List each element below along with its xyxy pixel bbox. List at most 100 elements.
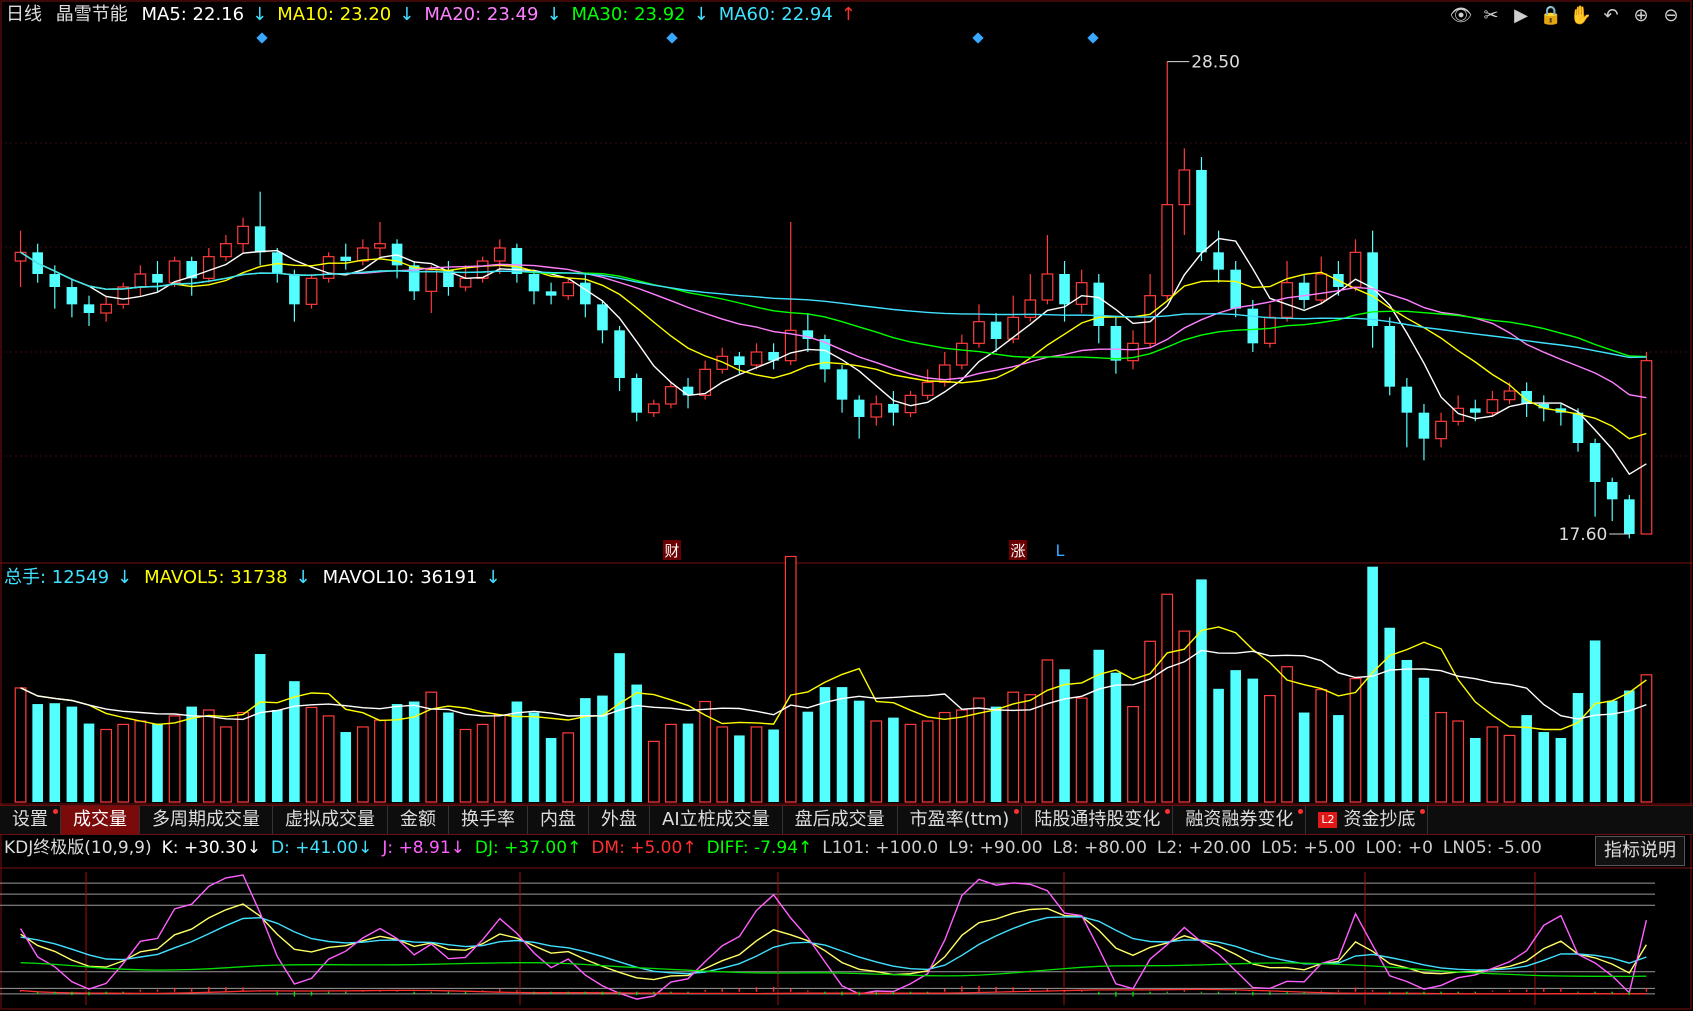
candle	[1110, 317, 1122, 374]
volume-bar	[1640, 674, 1653, 803]
indicator-tab[interactable]: 内盘	[528, 806, 589, 834]
volume-trend-arrow: ↓	[295, 567, 311, 588]
kdj-legend-item: DIFF: -7.94↑	[706, 838, 813, 858]
volume-bar	[1538, 732, 1550, 802]
kdj-legend-item: K: +30.30↓	[161, 838, 262, 858]
volume-bar	[1452, 720, 1465, 803]
kdj-legend-item: L9: +90.00	[948, 838, 1043, 858]
candle	[1196, 157, 1207, 261]
indicator-tab[interactable]: 金额	[388, 806, 449, 834]
indicator-tab-label: 多周期成交量	[152, 809, 260, 830]
indicator-tab-label: 成交量	[73, 809, 127, 830]
volume-bar	[14, 687, 27, 803]
volume-bar	[1007, 691, 1020, 803]
kdj-legend-item: L8: +80.00	[1052, 838, 1147, 858]
indicator-tab-label: 外盘	[601, 809, 637, 830]
volume-bar	[1555, 737, 1567, 802]
candle	[955, 334, 968, 370]
candle	[425, 265, 438, 313]
volume-bar	[614, 653, 625, 802]
candle	[1247, 300, 1259, 352]
event-marker-icon[interactable]	[972, 32, 984, 44]
volume-bar	[819, 687, 831, 802]
candle	[1059, 261, 1070, 322]
tab-dot-icon	[1420, 809, 1426, 814]
tab-dot-icon	[53, 809, 58, 814]
candle	[1178, 148, 1191, 235]
candle	[220, 235, 232, 261]
indicator-tab[interactable]: AI立桩成交量	[650, 806, 783, 834]
event-marker-icon[interactable]	[666, 32, 678, 44]
ma-line	[20, 251, 1647, 360]
candle	[66, 278, 78, 318]
low-price-label: 17.60	[1559, 525, 1608, 545]
financial-report-marker[interactable]: 财	[664, 542, 679, 560]
volume-bar	[1093, 649, 1105, 802]
candle	[1435, 412, 1447, 448]
volume-bar	[340, 732, 352, 802]
volume-bar	[1333, 715, 1344, 802]
volume-bar	[356, 726, 369, 803]
candle	[1264, 304, 1276, 348]
ma-line	[20, 251, 1647, 359]
indicator-tab[interactable]: 外盘	[589, 806, 650, 834]
indicator-tab-label: 融资融券变化	[1185, 809, 1294, 830]
volume-bar	[734, 735, 745, 802]
volume-bar	[1315, 689, 1328, 803]
volume-bar	[322, 715, 335, 803]
l-marker[interactable]: L	[1056, 541, 1065, 560]
volume-bar	[853, 700, 865, 802]
volume-bar	[374, 719, 386, 803]
candle	[1161, 61, 1174, 300]
event-marker-icon[interactable]	[1087, 32, 1099, 44]
indicator-tab[interactable]: 换手率	[449, 806, 528, 834]
volume-bar	[305, 706, 318, 803]
volume-bar	[802, 711, 814, 802]
indicator-tab-label: 市盈率(ttm)	[909, 809, 1010, 830]
indicator-tab[interactable]: L2 资金抄底	[1306, 806, 1429, 834]
candle	[888, 391, 899, 426]
volume-bar	[1075, 697, 1088, 803]
indicator-help-button[interactable]: 指标说明	[1595, 836, 1685, 866]
volume-bar	[459, 728, 472, 803]
kdj-header: KDJ终极版(10,9,9) K: +30.30↓ D: +41.00↓ J: +8.…	[4, 836, 1552, 860]
volume-bar	[580, 698, 591, 802]
indicator-tab-label: 内盘	[540, 809, 576, 830]
volume-bar	[220, 726, 232, 803]
candle	[870, 395, 883, 426]
indicator-tab[interactable]: 陆股通持股变化	[1022, 806, 1174, 834]
kdj-legend-item: L101: +100.0	[822, 838, 939, 858]
candle	[1384, 317, 1396, 396]
indicator-tab[interactable]: 多周期成交量	[140, 806, 273, 834]
indicator-tab[interactable]: 设置	[0, 806, 61, 834]
indicator-tab-label: AI立桩成交量	[662, 809, 770, 830]
candle	[921, 369, 934, 400]
candle	[631, 373, 642, 422]
candle	[305, 274, 318, 309]
volume-bar	[1401, 659, 1413, 802]
kdj-signal-line	[20, 988, 1647, 995]
volume-legend-item: MAVOL10: 36191	[322, 567, 478, 588]
candle	[990, 313, 1002, 352]
event-marker-icon[interactable]	[256, 32, 268, 44]
indicator-tab[interactable]: 成交量	[61, 806, 140, 834]
candle	[391, 239, 403, 279]
kdj-legend-item: L2: +20.00	[1156, 838, 1252, 858]
limit-up-marker[interactable]: 涨	[1010, 542, 1025, 560]
indicator-tab[interactable]: 市盈率(ttm)	[898, 806, 1023, 834]
indicator-tab[interactable]: 虚拟成交量	[273, 806, 388, 834]
volume-bar	[904, 723, 917, 803]
kdj-legend-item: DM: +5.00↑	[591, 838, 697, 858]
volume-bar	[1418, 677, 1430, 802]
candle	[289, 269, 300, 322]
candle	[1640, 352, 1653, 535]
volume-bar	[597, 695, 608, 802]
volume-bar	[1349, 678, 1362, 803]
candle	[768, 343, 779, 370]
volume-bar	[202, 709, 215, 803]
indicator-tab[interactable]: 融资融券变化	[1173, 806, 1307, 834]
candle	[254, 191, 266, 266]
volume-bar	[631, 684, 642, 802]
indicator-tab[interactable]: 盘后成交量	[783, 806, 898, 834]
indicator-tab-label: 陆股通持股变化	[1034, 809, 1161, 830]
